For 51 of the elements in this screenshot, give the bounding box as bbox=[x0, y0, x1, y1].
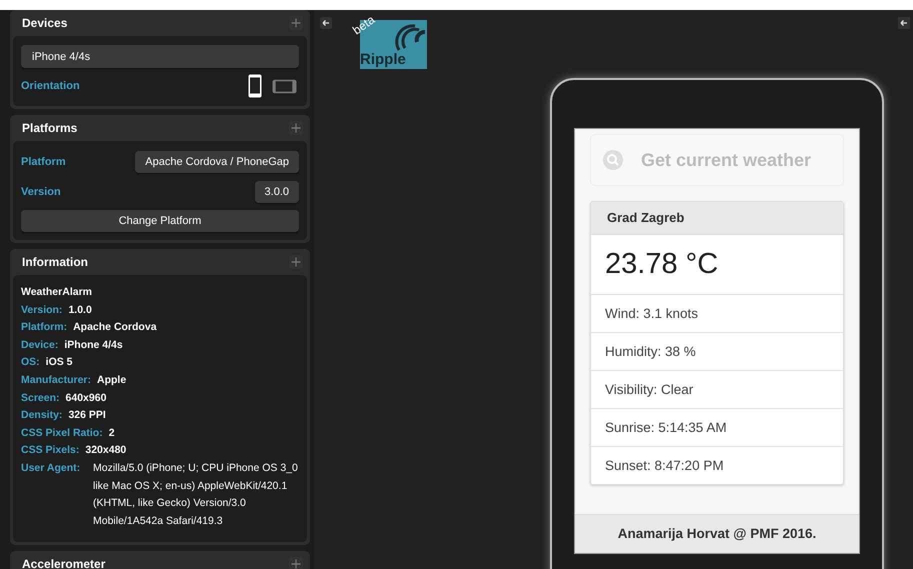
footer-text: Anamarija Horvat @ PMF 2016. bbox=[575, 514, 859, 553]
info-label: Platform: bbox=[21, 320, 68, 336]
panel-title: Devices bbox=[22, 16, 68, 30]
app-name: WeatherAlarm bbox=[21, 285, 93, 300]
info-label: CSS Pixels: bbox=[21, 443, 80, 458]
info-label: Screen: bbox=[21, 390, 60, 406]
version-select[interactable]: 3.0.0 bbox=[254, 181, 299, 203]
move-icon[interactable] bbox=[289, 16, 303, 30]
city-header: Grad Zagreb bbox=[591, 202, 843, 235]
orientation-label: Orientation bbox=[21, 80, 80, 92]
weather-detail: Humidity: 38 % bbox=[591, 333, 843, 371]
panel-title: Accelerometer bbox=[22, 557, 106, 569]
info-value: 1.0.0 bbox=[68, 302, 92, 318]
info-value: iPhone 4/4s bbox=[64, 338, 123, 353]
info-label: Manufacturer: bbox=[21, 372, 92, 388]
info-value: iOS 5 bbox=[46, 355, 73, 370]
info-label: User Agent: bbox=[21, 460, 82, 476]
user-agent-value: Mozilla/5.0 (iPhone; U; CPU iPhone OS 3_0 like Mac OS X; en-us) AppleWebKit/420.1 (KHTML, like Gecko) Version/3.0 Mobile/1A542a Safari/419.3 bbox=[92, 460, 299, 529]
change-platform-button[interactable]: Change Platform bbox=[21, 210, 299, 232]
info-value: 326 PPI bbox=[68, 408, 106, 424]
info-label: CSS Pixel Ratio: bbox=[21, 426, 103, 441]
info-value: 2 bbox=[108, 426, 115, 441]
platform-select[interactable]: Apache Cordova / PhoneGap bbox=[135, 151, 299, 173]
move-icon[interactable] bbox=[289, 255, 303, 269]
landscape-phone-icon[interactable] bbox=[272, 78, 297, 94]
portrait-phone-icon[interactable] bbox=[248, 74, 262, 98]
panel-title: Information bbox=[22, 255, 88, 269]
device-select[interactable]: iPhone 4/4s bbox=[21, 45, 299, 68]
collapse-arrow-icon[interactable] bbox=[898, 17, 910, 29]
temperature-value: 23.78 °C bbox=[591, 235, 843, 295]
move-icon[interactable] bbox=[289, 121, 303, 135]
info-label: OS: bbox=[21, 355, 40, 370]
move-icon[interactable] bbox=[289, 557, 303, 569]
collapse-arrow-icon[interactable] bbox=[320, 17, 332, 29]
info-label: Device: bbox=[21, 338, 58, 353]
weather-detail: Sunset: 8:47:20 PM bbox=[604, 457, 725, 475]
info-label: Version: bbox=[21, 302, 62, 318]
weather-detail: Wind: 3.1 knots bbox=[591, 295, 843, 333]
info-value: Apple bbox=[97, 372, 126, 388]
weather-detail: Sunrise: 5:14:35 AM bbox=[591, 409, 843, 447]
info-value: 320x480 bbox=[85, 443, 126, 458]
weather-detail: Visibility: Clear bbox=[591, 371, 843, 409]
platform-label: Platform bbox=[21, 156, 66, 168]
info-label: Density: bbox=[21, 408, 62, 424]
panel-title: Platforms bbox=[22, 121, 78, 135]
beta-label: beta bbox=[350, 12, 378, 38]
info-value: 640x960 bbox=[66, 390, 106, 406]
version-label: Version bbox=[21, 186, 61, 198]
search-icon bbox=[603, 150, 623, 170]
logo-text: Ripple bbox=[360, 51, 406, 68]
info-value: Apache Cordova bbox=[73, 320, 157, 336]
